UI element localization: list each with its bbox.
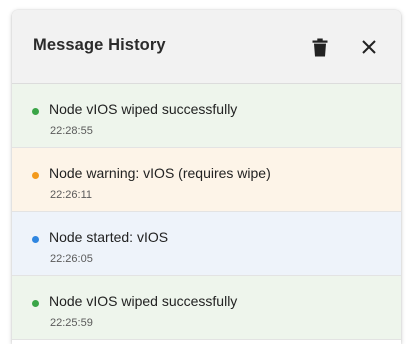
list-item[interactable]: Node started: vIOS 22:26:05 xyxy=(12,212,401,276)
message-list: Node vIOS wiped successfully 22:28:55 No… xyxy=(12,84,401,340)
message-time: 22:25:59 xyxy=(50,317,93,329)
list-item[interactable]: Node warning: vIOS (requires wipe) 22:26… xyxy=(12,148,401,212)
message-text: Node started: vIOS xyxy=(49,229,169,245)
panel-title: Message History xyxy=(33,36,166,54)
status-dot xyxy=(32,172,39,179)
trash-icon xyxy=(312,38,328,56)
close-icon xyxy=(362,40,376,54)
panel-header: Message History xyxy=(12,10,401,84)
message-text: Node vIOS wiped successfully xyxy=(49,101,238,117)
list-item[interactable]: Node vIOS wiped successfully 22:28:55 xyxy=(12,84,401,148)
message-time: 22:28:55 xyxy=(50,125,93,137)
message-text: Node vIOS wiped successfully xyxy=(49,293,238,309)
list-item[interactable]: Node vIOS wiped successfully 22:25:59 xyxy=(12,276,401,340)
status-dot xyxy=(32,236,39,243)
message-time: 22:26:05 xyxy=(50,253,93,265)
close-button[interactable] xyxy=(355,33,383,61)
status-dot xyxy=(32,300,39,307)
clear-history-button[interactable] xyxy=(306,33,334,61)
message-time: 22:26:11 xyxy=(50,189,93,201)
message-text: Node warning: vIOS (requires wipe) xyxy=(49,165,271,181)
message-history-panel: Message History Node vIOS wiped successf… xyxy=(12,10,401,344)
status-dot xyxy=(32,108,39,115)
